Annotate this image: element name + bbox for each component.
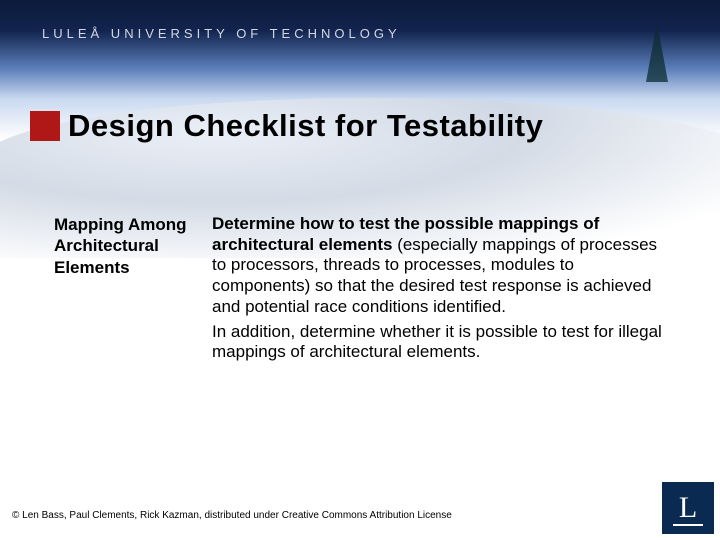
description-p2: In addition, determine whether it is pos… (212, 322, 668, 363)
slide-title: Design Checklist for Testability (68, 108, 543, 144)
title-row: Design Checklist for Testability (30, 108, 543, 144)
university-name: LULEÅ UNIVERSITY OF TECHNOLOGY (42, 26, 401, 41)
university-logo: L (662, 482, 714, 534)
logo-underline (673, 524, 703, 526)
description-p1: Determine how to test the possible mappi… (212, 214, 668, 318)
pine-tree-graphic (646, 22, 668, 82)
category-description: Determine how to test the possible mappi… (212, 214, 668, 367)
content-table: Mapping Among Architectural Elements Det… (54, 214, 668, 367)
title-bullet-icon (30, 111, 60, 141)
logo-letter: L (679, 491, 697, 525)
copyright-footer: © Len Bass, Paul Clements, Rick Kazman, … (12, 510, 452, 521)
category-label: Mapping Among Architectural Elements (54, 214, 190, 367)
